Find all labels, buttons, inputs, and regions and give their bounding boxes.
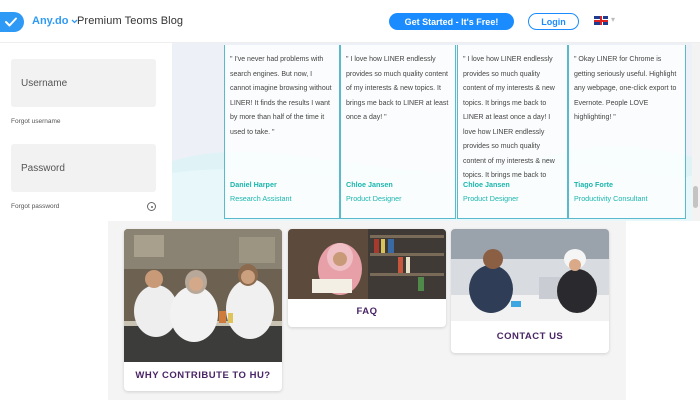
forgot-password-link[interactable]: Forgot password [11, 203, 59, 210]
testimonial-card: " I've never had problems with search en… [224, 45, 340, 219]
testimonial-name: Tiago Forte [574, 180, 614, 189]
checkmark-icon [5, 17, 17, 27]
language-chevron-icon[interactable]: ▾ [611, 15, 615, 24]
contribute-card[interactable]: WHY CONTRIBUTE TO HU? [124, 229, 282, 391]
testimonial-card: " I love how LINER endlessly provides so… [457, 45, 568, 219]
faq-card[interactable]: FAQ [288, 229, 446, 327]
login-button[interactable]: Login [528, 13, 579, 30]
testimonial-role: Product Designer [346, 194, 402, 203]
testimonial-quote: " I love how LINER endlessly provides so… [463, 56, 555, 179]
top-navbar: Any.do Premium Teoms Blog Get Started - … [0, 0, 700, 43]
brand-suffix: Premium Teoms Blog [77, 15, 184, 27]
username-placeholder: Username [21, 77, 68, 89]
contact-card[interactable]: CONTACT US [451, 229, 609, 353]
signin-panel: Username Forgot username Password Forgot… [0, 43, 172, 221]
uk-flag-icon[interactable] [594, 16, 608, 25]
testimonial-card: " I love how LINER endlessly provides so… [340, 45, 456, 219]
brand-dropdown[interactable]: Any.do [32, 15, 78, 27]
links-section: WHY CONTRIBUTE TO HU? FAQ CONTACT US [108, 221, 626, 400]
show-password-icon[interactable] [147, 202, 156, 211]
lab-photo [124, 229, 282, 362]
faq-label: FAQ [356, 306, 378, 317]
password-field[interactable]: Password [11, 144, 156, 192]
anydo-logo-icon[interactable] [0, 12, 24, 32]
username-field[interactable]: Username [11, 59, 156, 107]
testimonial-quote: " I love how LINER endlessly provides so… [346, 56, 449, 121]
testimonial-name: Chloe Jansen [463, 180, 510, 189]
contribute-label: WHY CONTRIBUTE TO HU? [135, 370, 271, 381]
testimonial-quote: " Okay LINER for Chrome is getting serio… [574, 56, 677, 121]
library-photo [288, 229, 446, 299]
page: Any.do Premium Teoms Blog Get Started - … [0, 0, 700, 400]
testimonial-role: Product Designer [463, 194, 519, 203]
testimonial-quote: " I've never had problems with search en… [230, 56, 332, 136]
contact-label: CONTACT US [496, 331, 564, 342]
students-photo [451, 229, 609, 321]
brand-name: Any.do [32, 15, 69, 27]
password-placeholder: Password [21, 162, 65, 174]
scrollbar-thumb[interactable] [693, 186, 698, 208]
get-started-button[interactable]: Get Started - It's Free! [389, 13, 514, 30]
testimonials-section: " I've never had problems with search en… [172, 43, 700, 221]
testimonial-role: Research Assistant [230, 194, 292, 203]
scrollbar[interactable] [692, 43, 700, 221]
testimonial-name: Chloe Jansen [346, 180, 393, 189]
testimonial-name: Daniel Harper [230, 180, 277, 189]
testimonial-card: " Okay LINER for Chrome is getting serio… [568, 45, 686, 219]
forgot-username-link[interactable]: Forgot username [11, 118, 61, 125]
testimonial-role: Productivity Consultant [574, 194, 648, 203]
